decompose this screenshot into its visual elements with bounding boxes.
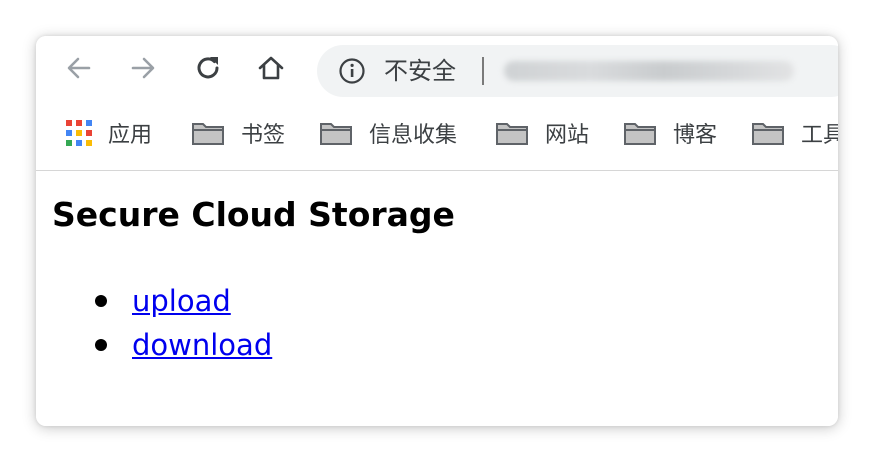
bookmark-label: 应用 <box>108 123 153 148</box>
page-title: Secure Cloud Storage <box>52 195 455 234</box>
bookmark-folder-websites[interactable]: 网站 <box>495 112 589 154</box>
back-arrow-icon <box>67 57 91 79</box>
blurred-url-text[interactable] <box>504 61 794 81</box>
apps-icon <box>66 120 92 146</box>
home-button[interactable] <box>255 52 287 84</box>
folder-icon <box>320 123 352 145</box>
folder-icon <box>624 123 656 145</box>
page-content: Secure Cloud Storage upload download <box>36 171 838 426</box>
upload-link[interactable]: upload <box>132 279 231 323</box>
bookmark-label: 书签 <box>241 123 286 148</box>
info-icon[interactable] <box>338 57 366 85</box>
bookmark-folder-tools[interactable]: 工具 <box>751 112 838 154</box>
bookmark-folder-blogs[interactable]: 博客 <box>623 112 717 154</box>
address-divider <box>482 57 484 85</box>
bullet-icon <box>95 339 107 351</box>
bookmarks-bar: 应用 书签 信息收集 网站 博客 工具 <box>36 112 838 154</box>
security-status-label[interactable]: 不安全 <box>384 56 456 86</box>
bullet-icon <box>95 295 107 307</box>
back-button[interactable] <box>63 52 95 84</box>
bookmark-label: 网站 <box>545 123 590 148</box>
bookmark-label: 信息收集 <box>369 123 458 148</box>
forward-button[interactable] <box>127 52 159 84</box>
bookmark-label: 工具 <box>801 123 838 148</box>
forward-arrow-icon <box>131 57 155 79</box>
bookmark-folder-bookmarks[interactable]: 书签 <box>191 112 285 154</box>
folder-icon <box>752 123 784 145</box>
browser-window: 不安全 应用 书签 信息收集 网站 博客 工具 Secure Cloud Sto… <box>36 36 838 426</box>
folder-icon <box>192 123 224 145</box>
reload-icon <box>197 57 219 79</box>
bookmark-label: 博客 <box>673 123 718 148</box>
browser-toolbar: 不安全 应用 书签 信息收集 网站 博客 工具 <box>36 36 838 171</box>
reload-button[interactable] <box>192 52 224 84</box>
folder-icon <box>496 123 528 145</box>
download-link[interactable]: download <box>132 323 272 367</box>
home-icon <box>258 56 284 80</box>
bookmark-apps[interactable]: 应用 <box>66 112 152 154</box>
address-bar[interactable]: 不安全 <box>317 45 838 97</box>
bookmark-folder-info-gathering[interactable]: 信息收集 <box>319 112 457 154</box>
